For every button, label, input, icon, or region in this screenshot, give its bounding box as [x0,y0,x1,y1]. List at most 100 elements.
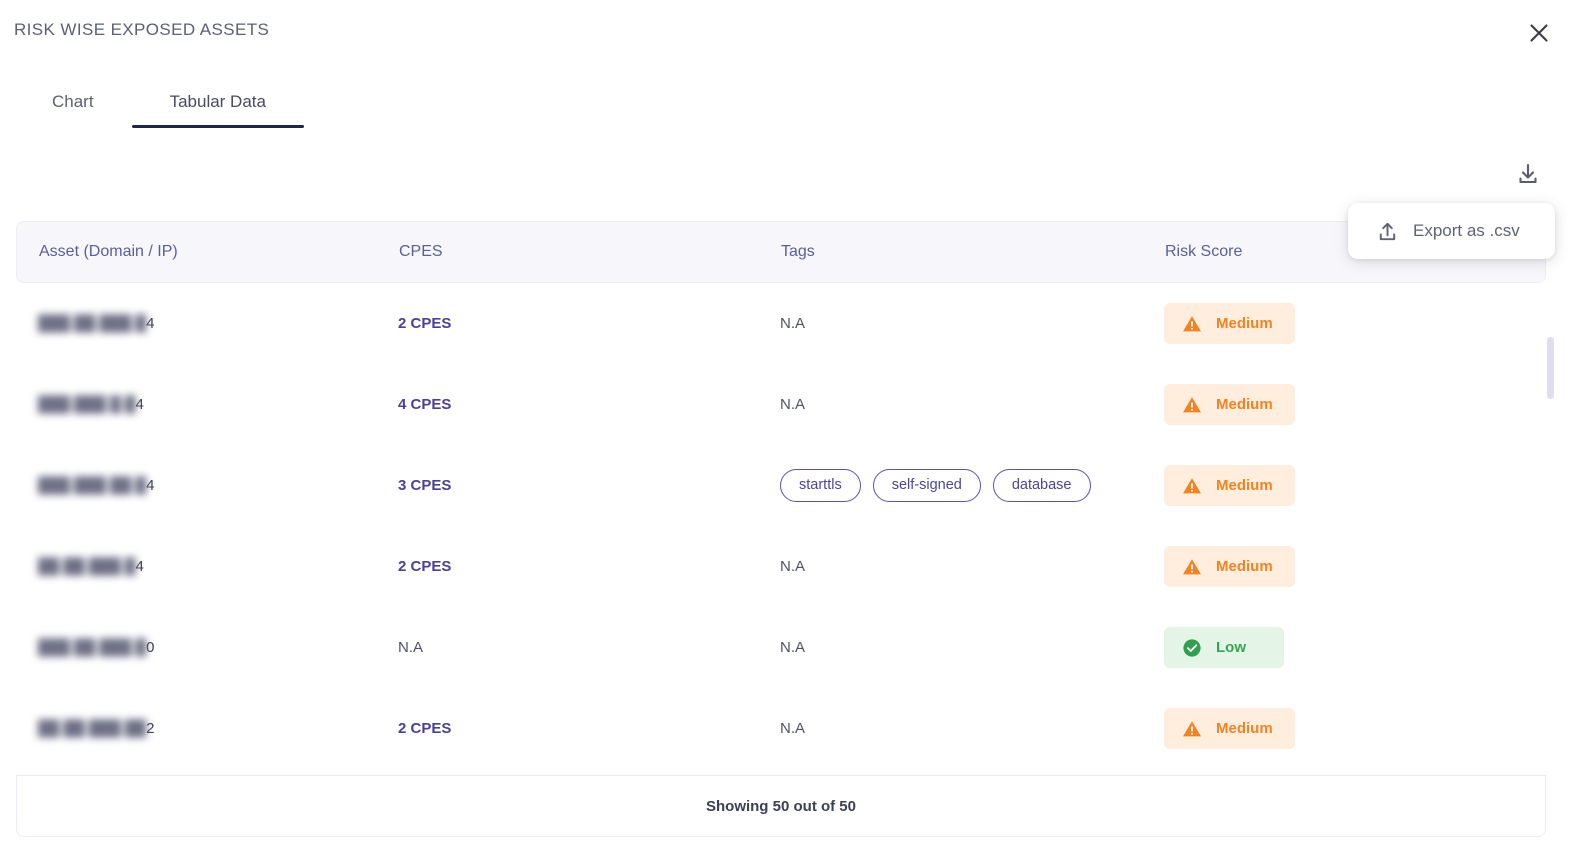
cell-tags: starttls self-signed database [780,469,1164,502]
export-as-csv-menu-item[interactable]: Export as .csv [1348,203,1555,259]
cell-tags: N.A [780,396,1164,413]
warning-triangle-icon [1182,395,1202,415]
table-body: ███.██.███.█ 4 2 CPES N.A Medium ███.███.█.█ 4… [16,283,1546,769]
asset-masked-part: ███.███.██.█ [38,477,147,494]
status-badge-label: Medium [1216,720,1273,737]
cell-tags: N.A [780,720,1164,737]
warning-triangle-icon [1182,719,1202,739]
tab-tabular-data[interactable]: Tabular Data [131,84,305,128]
table-row: ███.██.███.█ 0 N.A N.A Low [16,607,1546,688]
cpes-count-link[interactable]: 2 CPES [398,315,451,332]
tags-empty-label: N.A [780,639,806,656]
asset-visible-part: 0 [146,639,155,656]
cell-cpes: 3 CPES [398,477,780,494]
cell-asset: ███.███.█.█ 4 [16,396,398,413]
column-header-cpes: CPES [399,243,443,260]
cell-asset: ██.██.███.█ 4 [16,558,398,575]
cell-cpes: N.A [398,639,780,656]
cpes-count-link[interactable]: 2 CPES [398,558,451,575]
asset-visible-part: 4 [146,315,155,332]
asset-value: ███.███.█.█ 4 [38,396,144,413]
cell-risk-score: Low [1164,627,1524,668]
assets-table: Asset (Domain / IP) CPES Tags Risk Score… [16,221,1546,825]
asset-masked-part: ██.██.███.██ [38,720,147,737]
status-badge-label: Low [1216,639,1246,656]
tags-empty-label: N.A [780,720,806,737]
asset-masked-part: ███.███.█.█ [38,396,136,413]
status-badge: Low [1164,627,1284,668]
asset-visible-part: 4 [146,477,155,494]
vertical-scrollbar-thumb[interactable] [1547,337,1554,399]
cell-asset: ██.██.███.██ 2 [16,720,398,737]
table-footer: Showing 50 out of 50 [16,775,1546,837]
asset-masked-part: ███.██.███.█ [38,315,147,332]
status-badge: Medium [1164,708,1295,749]
status-badge: Medium [1164,546,1295,587]
tab-bar: Chart Tabular Data [14,84,305,132]
asset-masked-part: ██.██.███.█ [38,558,136,575]
table-row: ██.██.███.██ 2 2 CPES N.A Medium [16,688,1546,769]
status-badge-label: Medium [1216,558,1273,575]
cell-risk-score: Medium [1164,465,1524,506]
cell-cpes: 4 CPES [398,396,780,413]
status-badge-label: Medium [1216,315,1273,332]
tag-chip[interactable]: starttls [780,469,861,502]
cell-tags: N.A [780,558,1164,575]
tag-list: starttls self-signed database [780,469,1091,502]
check-circle-icon [1182,638,1202,658]
tag-chip[interactable]: self-signed [872,469,981,502]
status-badge: Medium [1164,303,1295,344]
cell-asset: ███.██.███.█ 0 [16,639,398,656]
cell-risk-score: Medium [1164,546,1524,587]
status-badge-label: Medium [1216,477,1273,494]
cell-risk-score: Medium [1164,708,1524,749]
cpes-count-link[interactable]: 2 CPES [398,720,451,737]
status-badge: Medium [1164,465,1295,506]
tags-empty-label: N.A [780,315,806,332]
status-badge-label: Medium [1216,396,1273,413]
page-title: RISK WISE EXPOSED ASSETS [14,20,270,39]
asset-value: ██.██.███.█ 4 [38,558,144,575]
column-header-tags: Tags [781,243,815,260]
table-row: ███.███.██.█ 4 3 CPES starttls self-signed da… [16,445,1546,526]
column-header-asset: Asset (Domain / IP) [39,243,178,260]
asset-value: ███.██.███.█ 0 [38,639,155,656]
cell-cpes: 2 CPES [398,558,780,575]
close-icon[interactable] [1525,19,1553,47]
cell-risk-score: Medium [1164,384,1524,425]
warning-triangle-icon [1182,314,1202,334]
asset-visible-part: 2 [146,720,155,737]
warning-triangle-icon [1182,557,1202,577]
download-icon[interactable] [1512,158,1544,190]
cell-tags: N.A [780,315,1164,332]
asset-visible-part: 4 [135,558,144,575]
cell-cpes: 2 CPES [398,315,780,332]
asset-value: ███.███.██.█ 4 [38,477,155,494]
cell-tags: N.A [780,639,1164,656]
cell-risk-score: Medium [1164,303,1524,344]
table-header-row: Asset (Domain / IP) CPES Tags Risk Score [16,221,1546,283]
tab-chart[interactable]: Chart [14,84,132,120]
cpes-empty-label: N.A [398,639,424,656]
table-row: ███.███.█.█ 4 4 CPES N.A Medium [16,364,1546,445]
export-as-csv-label: Export as .csv [1413,221,1520,240]
tags-empty-label: N.A [780,558,806,575]
asset-value: ███.██.███.█ 4 [38,315,155,332]
cell-asset: ███.███.██.█ 4 [16,477,398,494]
asset-masked-part: ███.██.███.█ [38,639,147,656]
cpes-count-link[interactable]: 3 CPES [398,477,451,494]
asset-visible-part: 4 [135,396,144,413]
table-row: ██.██.███.█ 4 2 CPES N.A Medium [16,526,1546,607]
cpes-count-link[interactable]: 4 CPES [398,396,451,413]
risk-wise-exposed-assets-panel: RISK WISE EXPOSED ASSETS Chart Tabular D… [0,0,1591,845]
status-badge: Medium [1164,384,1295,425]
asset-value: ██.██.███.██ 2 [38,720,155,737]
cell-asset: ███.██.███.█ 4 [16,315,398,332]
upload-export-icon [1376,220,1399,243]
tags-empty-label: N.A [780,396,806,413]
showing-count-label: Showing 50 out of 50 [705,797,856,815]
table-row: ███.██.███.█ 4 2 CPES N.A Medium [16,283,1546,364]
warning-triangle-icon [1182,476,1202,496]
cell-cpes: 2 CPES [398,720,780,737]
tag-chip[interactable]: database [992,469,1091,502]
